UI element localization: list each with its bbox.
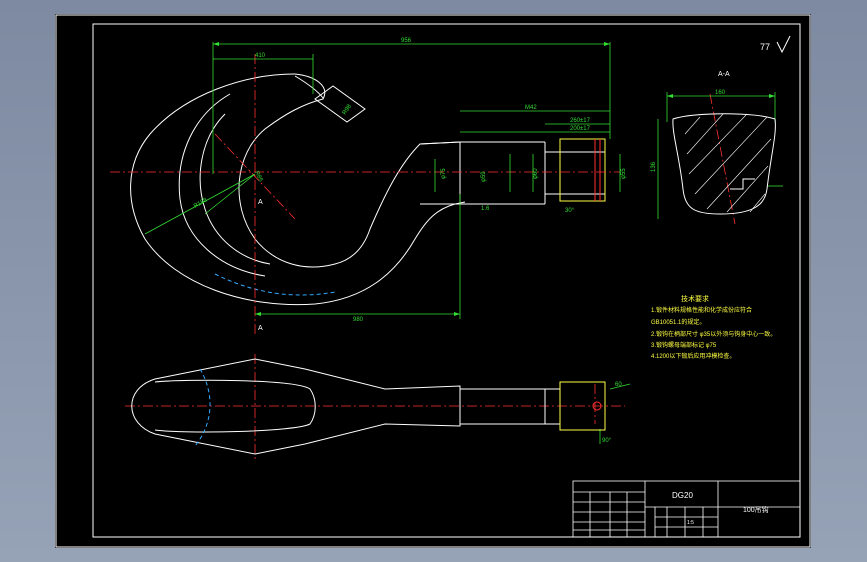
dim-small-3: 90° — [602, 438, 612, 444]
tech-line-4: 3.锻钩螺母端部标记 φ75 — [651, 341, 717, 349]
dim-section-width: 160 — [715, 90, 726, 96]
dim-hook-radius-1: R98 — [342, 103, 354, 116]
dim-shank-3: 200±17 — [570, 126, 591, 132]
text-layer: 77 A-A 956 410 M42 260±17 200±17 R98 R85… — [193, 35, 791, 526]
section-mark-a-top: A — [258, 199, 263, 206]
tech-line-5: 4.1200以下锻后应用冲模检查。 — [651, 352, 735, 360]
tech-line-1: 1.锻件材料规格性能和化学成份应符合 — [651, 306, 752, 314]
tech-line-3: 2.锻钩在柄部尺寸 φ35以外须与钩身中心一致。 — [651, 330, 776, 338]
title-scale: 1:5 — [687, 520, 694, 526]
dim-dia-3: φ60 — [533, 168, 539, 179]
centerlines — [110, 54, 736, 459]
tech-heading: 技术要求 — [681, 294, 709, 303]
hook-plan-view — [131, 358, 606, 455]
dim-hook-radius-3: R188 — [193, 197, 209, 210]
section-label: A-A — [718, 71, 730, 78]
dim-small-1: 1.6 — [481, 206, 490, 212]
inner-frame — [92, 23, 801, 538]
dim-section-height: 136 — [651, 161, 657, 172]
dim-dia-2: φ59 — [481, 171, 487, 182]
dim-shank-1: M42 — [525, 105, 537, 111]
title-name: 100吊钩 — [743, 505, 769, 514]
dim-top-overall: 956 — [401, 38, 412, 44]
section-a-a — [672, 113, 776, 215]
dim-dia-1: φ75 — [441, 168, 447, 179]
dim-bottom-length: 980 — [353, 317, 364, 323]
outer-frame — [55, 14, 811, 548]
roughness-icon — [776, 35, 791, 54]
dimension-arrows — [213, 42, 775, 316]
dimension-lines — [144, 42, 783, 444]
drawing-canvas[interactable]: 77 A-A 956 410 M42 260±17 200±17 R98 R85… — [55, 14, 811, 548]
hook-inner-contour — [238, 73, 461, 268]
roughness-label: 77 — [760, 42, 770, 52]
title-code: DG20 — [672, 491, 693, 500]
drawing-sheet[interactable]: 77 A-A 956 410 M42 260±17 200±17 R98 R85… — [55, 14, 811, 548]
section-mark-a-bottom: A — [258, 325, 263, 332]
dim-top-left: 410 — [255, 53, 266, 59]
tech-line-2: GB10051.1的规定。 — [651, 318, 705, 326]
dim-small-2: 60 — [615, 382, 622, 388]
dim-shank-2: 260±17 — [570, 118, 591, 124]
hook-inner-arc-2 — [199, 113, 271, 265]
hook-inner-arc-1 — [178, 93, 266, 277]
dim-angle: 30° — [565, 208, 575, 214]
dim-dia-4: φ55 — [621, 168, 627, 179]
